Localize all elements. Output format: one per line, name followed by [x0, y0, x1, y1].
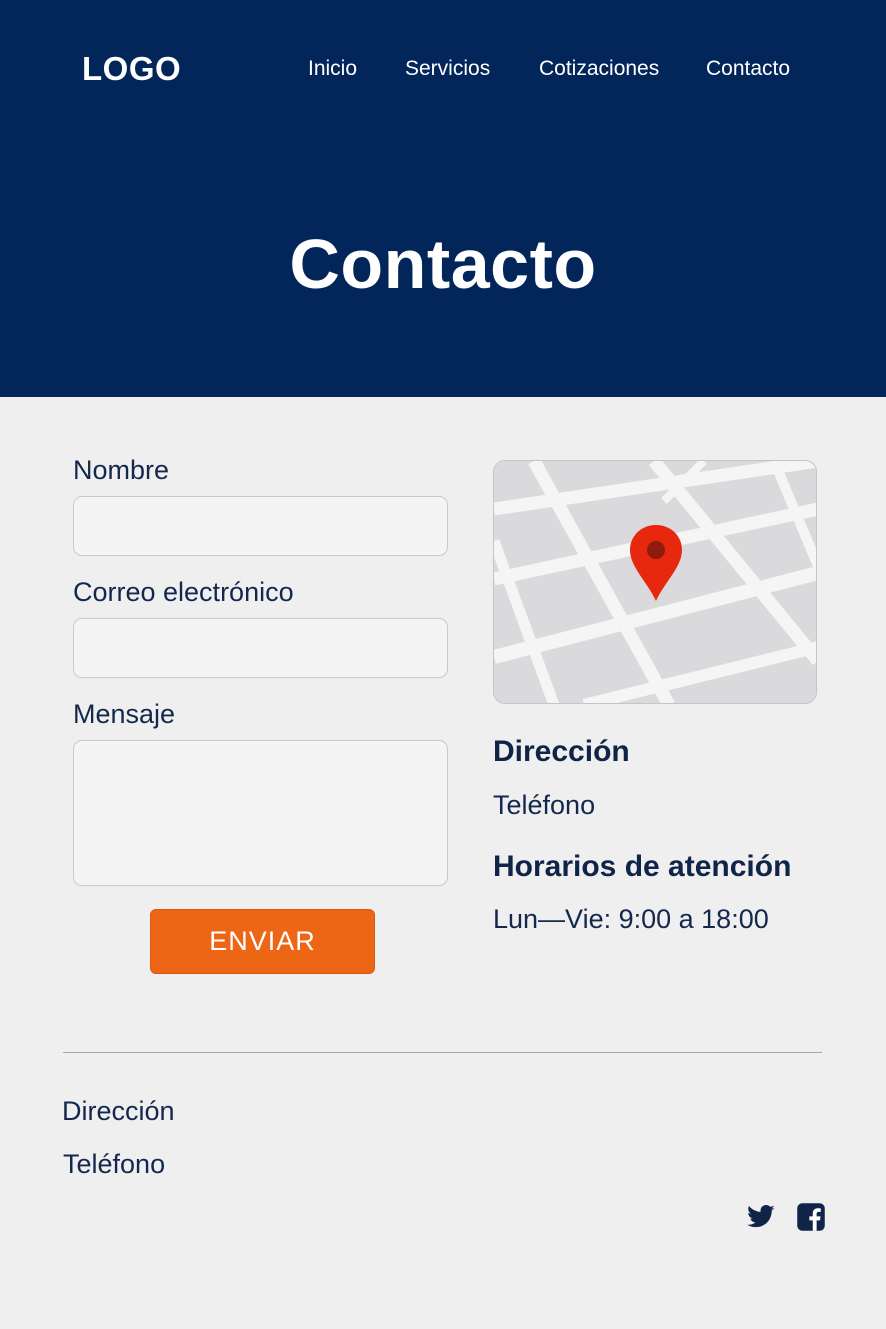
hours-heading: Horarios de atención: [493, 850, 792, 883]
name-field[interactable]: [73, 496, 448, 556]
hours-text: Lun—Vie: 9:00 a 18:00: [493, 904, 769, 934]
facebook-icon[interactable]: [796, 1202, 826, 1232]
footer-address: Dirección: [62, 1096, 175, 1126]
hero-banner: Contacto: [0, 128, 886, 397]
top-navigation: LOGO Inicio Servicios Cotizaciones Conta…: [0, 0, 886, 128]
message-field[interactable]: [73, 740, 448, 886]
address-heading: Dirección: [493, 735, 630, 768]
name-label: Nombre: [73, 455, 170, 485]
twitter-icon[interactable]: [746, 1202, 776, 1232]
send-button[interactable]: ENVIAR: [150, 909, 375, 974]
nav-item-cotizaciones[interactable]: Cotizaciones: [539, 57, 659, 81]
phone-text: Teléfono: [493, 790, 596, 820]
nav-item-servicios[interactable]: Servicios: [405, 57, 490, 81]
footer-phone: Teléfono: [63, 1149, 166, 1179]
message-label: Mensaje: [73, 699, 176, 729]
logo[interactable]: LOGO: [82, 50, 181, 88]
divider: [63, 1052, 822, 1053]
map[interactable]: [493, 460, 817, 704]
email-field[interactable]: [73, 618, 448, 678]
nav-item-contacto[interactable]: Contacto: [706, 57, 790, 81]
nav-item-inicio[interactable]: Inicio: [308, 57, 357, 81]
map-streets: [494, 461, 816, 703]
page-title: Contacto: [289, 225, 597, 303]
email-label: Correo electrónico: [73, 577, 294, 607]
